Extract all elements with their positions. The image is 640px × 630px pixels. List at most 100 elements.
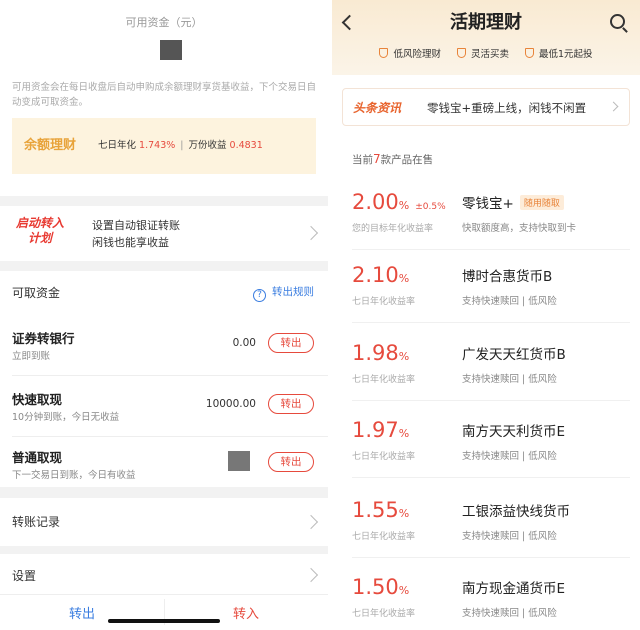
transfer-out-button[interactable]: 转出 (268, 452, 314, 472)
rate-value: 2.10 (352, 263, 399, 287)
rate-percent: % (398, 584, 410, 597)
yue-licai-card[interactable]: 余额理财 七日年化 1.743% | 万份收益 0.4831 (12, 118, 316, 174)
product-desc: 支持快速赎回 | 低风险 (462, 374, 557, 385)
available-funds-section: 可用资金（元） 可用资金会在每日收盘后自动申购成余额理财享货基收益，下个交易日自… (0, 0, 328, 196)
withdraw-row-subtitle: 下一交易日到账，今日有收益 (12, 470, 136, 481)
withdraw-row-subtitle: 10分钟到账，今日无收益 (12, 412, 120, 423)
yue-licai-stats: 七日年化 1.743% | 万份收益 0.4831 (98, 140, 263, 151)
product-row[interactable]: 1.55% 七日年化收益率 工银添益快线货币 支持快速赎回 | 低风险 (352, 488, 630, 558)
auto-transfer-line2: 闲钱也能享收益 (92, 236, 169, 249)
wanfen-label: 万份收益 (188, 140, 227, 151)
product-count: 当前7款产品在售 (352, 152, 433, 167)
rate-value: 2.00 (352, 190, 399, 214)
wanfen-value: 0.4831 (229, 140, 263, 151)
product-row[interactable]: 1.98% 七日年化收益率 广发天天红货币B 支持快速赎回 | 低风险 (352, 331, 630, 401)
rate-percent: % (398, 350, 410, 363)
count-suffix: 款产品在售 (380, 154, 434, 166)
header: 活期理财 低风险理财 灵活买卖 最低1元起投 (332, 0, 640, 75)
page-title: 活期理财 (450, 12, 522, 33)
withdrawable-section: 可取资金 ? 转出规则 证券转银行 立即到账 0.00 转出 快速取现 10分钟到… (0, 271, 328, 487)
chevron-right-icon (303, 567, 319, 583)
withdraw-row-title: 证券转银行 (12, 331, 75, 346)
feature-item: 灵活买卖 (456, 46, 509, 60)
withdraw-row-subtitle: 立即到账 (12, 351, 51, 362)
product-rate: 1.98% (352, 341, 409, 365)
divider (352, 557, 630, 558)
auto-transfer-text: 设置自动银证转账 闲钱也能享收益 (92, 217, 180, 251)
product-rate: 1.50% (352, 575, 409, 599)
product-row[interactable]: 2.10% 七日年化收益率 博时合惠货币B 支持快速赎回 | 低风险 (352, 253, 630, 323)
feature-label: 灵活买卖 (470, 49, 509, 60)
product-name-line: 零钱宝+ 随用随取 (462, 192, 564, 212)
count-number: 7 (373, 152, 381, 166)
cash-account-panel: 可用资金（元） 可用资金会在每日收盘后自动申购成余额理财享货基收益，下个交易日自… (0, 0, 328, 630)
auto-transfer-logo-line1: 启动转入 (15, 216, 64, 230)
count-prefix: 当前 (352, 154, 373, 166)
auto-transfer-row[interactable]: 启动转入 计划 设置自动银证转账 闲钱也能享收益 (0, 206, 328, 261)
rate-label: 七日年化收益率 (352, 532, 416, 542)
product-name: 工银添益快线货币 (462, 504, 570, 520)
withdraw-row-amount: 0.00 (232, 337, 256, 349)
rate-value: 1.97 (352, 418, 399, 442)
product-name: 博时合惠货币B (462, 269, 553, 285)
withdraw-rules-link[interactable]: ? 转出规则 (253, 284, 314, 302)
demand-wealth-panel: 活期理财 低风险理财 灵活买卖 最低1元起投 头条资讯 零钱宝+重磅上线，闲钱不… (332, 0, 640, 630)
search-icon[interactable] (610, 14, 625, 29)
headline-text: 零钱宝+重磅上线，闲钱不闲置 (427, 101, 587, 115)
rate-percent: % (398, 507, 410, 520)
rate-percent: % (398, 272, 410, 285)
rate-label: 七日年化收益率 (352, 297, 416, 307)
available-funds-label: 可用资金（元） (125, 16, 203, 29)
rate-value: 1.98 (352, 341, 399, 365)
product-desc: 支持快速赎回 | 低风险 (462, 296, 557, 307)
withdrawable-heading: 可取资金 (12, 286, 61, 300)
product-rate: 1.97% (352, 418, 409, 442)
rate-range: ±0.5% (415, 202, 446, 212)
chevron-right-icon (303, 514, 319, 530)
transfer-out-button[interactable]: 转出 (268, 394, 314, 414)
chevron-right-icon (608, 101, 619, 112)
masked-amount (228, 451, 250, 471)
divider (352, 477, 630, 478)
withdraw-row-amount: 10000.00 (205, 398, 256, 410)
chevron-right-icon (303, 225, 319, 241)
product-name: 广发天天红货币B (462, 347, 566, 363)
shield-icon (379, 48, 389, 58)
available-funds-note: 可用资金会在每日收盘后自动申购成余额理财享货基收益，下个交易日自动变成可取资金。 (12, 82, 317, 108)
product-name: 零钱宝+ (462, 196, 514, 212)
feature-label: 最低1元起投 (538, 49, 593, 60)
product-name-line: 广发天天红货币B (462, 343, 566, 363)
transfer-out-button[interactable]: 转出 (268, 333, 314, 353)
transfer-records-row[interactable]: 转账记录 (0, 498, 328, 546)
auto-transfer-logo-line2: 计划 (27, 231, 52, 245)
product-desc: 快取额度高，支持快取到卡 (462, 223, 577, 234)
shield-icon (456, 48, 466, 58)
yue-licai-title: 余额理财 (24, 138, 77, 153)
seven-day-label: 七日年化 (98, 140, 137, 151)
product-name-line: 南方现金通货币E (462, 577, 565, 597)
product-row[interactable]: 1.97% 七日年化收益率 南方天天利货币E 支持快速赎回 | 低风险 (352, 408, 630, 478)
auto-transfer-logo: 启动转入 计划 (12, 216, 68, 252)
product-desc: 支持快速赎回 | 低风险 (462, 608, 557, 619)
product-rate: 2.10% (352, 263, 409, 287)
withdraw-row-title: 快速取现 (12, 392, 63, 407)
rate-label: 七日年化收益率 (352, 452, 416, 462)
product-desc: 支持快速赎回 | 低风险 (462, 531, 557, 542)
feature-label: 低风险理财 (393, 49, 441, 60)
product-desc: 支持快速赎回 | 低风险 (462, 451, 557, 462)
product-badge: 随用随取 (519, 195, 564, 210)
rate-label: 七日年化收益率 (352, 375, 416, 385)
withdraw-row-title: 普通取现 (12, 450, 63, 465)
feature-item: 低风险理财 (379, 46, 441, 60)
rate-percent: % (398, 199, 410, 212)
settings-row[interactable]: 设置 (0, 554, 328, 594)
feature-item: 最低1元起投 (524, 46, 593, 60)
feature-list: 低风险理财 灵活买卖 最低1元起投 (332, 46, 640, 60)
withdraw-rules-label: 转出规则 (272, 286, 314, 298)
headline-news-banner[interactable]: 头条资讯 零钱宝+重磅上线，闲钱不闲置 (342, 88, 630, 126)
product-name-line: 南方天天利货币E (462, 420, 565, 440)
shield-icon (524, 48, 534, 58)
product-row[interactable]: 1.50% 七日年化收益率 南方现金通货币E 支持快速赎回 | 低风险 (352, 565, 630, 630)
product-name-line: 博时合惠货币B (462, 265, 552, 285)
product-row[interactable]: 2.00% ±0.5% 您的目标年化收益率 零钱宝+ 随用随取 快取额度高，支持快取到卡 (352, 180, 630, 250)
